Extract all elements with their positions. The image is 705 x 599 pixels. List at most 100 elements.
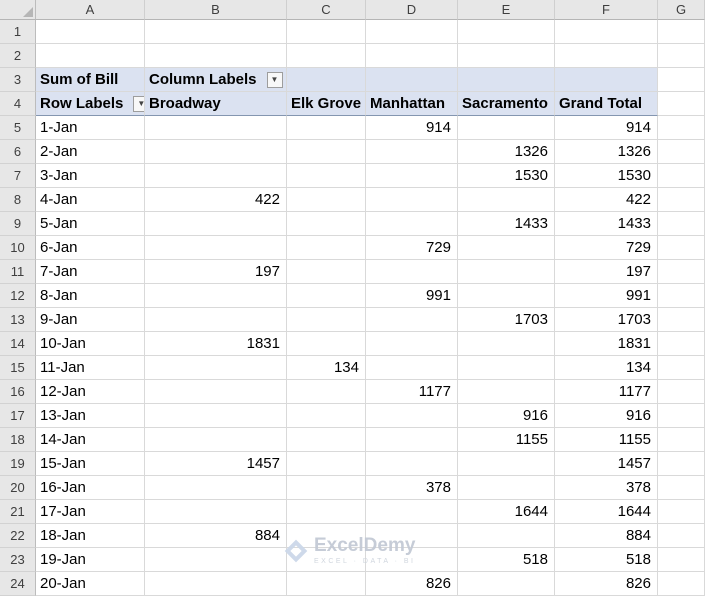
cell-E18[interactable]: 1155	[458, 428, 555, 452]
cell-F4[interactable]: Grand Total	[555, 92, 658, 116]
cell-C13[interactable]	[287, 308, 366, 332]
cell-G7[interactable]	[658, 164, 705, 188]
row-header-7[interactable]: 7	[0, 164, 36, 188]
cell-D5[interactable]: 914	[366, 116, 458, 140]
cell-E8[interactable]	[458, 188, 555, 212]
cell-C9[interactable]	[287, 212, 366, 236]
cell-C11[interactable]	[287, 260, 366, 284]
cell-D18[interactable]	[366, 428, 458, 452]
column-header-B[interactable]: B	[145, 0, 287, 20]
cell-G23[interactable]	[658, 548, 705, 572]
cell-D21[interactable]	[366, 500, 458, 524]
cell-G16[interactable]	[658, 380, 705, 404]
select-all-button[interactable]	[0, 0, 36, 20]
cell-E11[interactable]	[458, 260, 555, 284]
cell-A17[interactable]: 13-Jan	[36, 404, 145, 428]
cell-D7[interactable]	[366, 164, 458, 188]
cell-F13[interactable]: 1703	[555, 308, 658, 332]
row-header-16[interactable]: 16	[0, 380, 36, 404]
cell-E17[interactable]: 916	[458, 404, 555, 428]
cell-F1[interactable]	[555, 20, 658, 44]
column-header-G[interactable]: G	[658, 0, 705, 20]
cell-G18[interactable]	[658, 428, 705, 452]
cell-A16[interactable]: 12-Jan	[36, 380, 145, 404]
row-header-20[interactable]: 20	[0, 476, 36, 500]
cell-C17[interactable]	[287, 404, 366, 428]
cell-C3[interactable]	[287, 68, 366, 92]
cell-C21[interactable]	[287, 500, 366, 524]
cell-D19[interactable]	[366, 452, 458, 476]
cell-G13[interactable]	[658, 308, 705, 332]
cell-B24[interactable]	[145, 572, 287, 596]
cell-F17[interactable]: 916	[555, 404, 658, 428]
row-header-6[interactable]: 6	[0, 140, 36, 164]
cell-F12[interactable]: 991	[555, 284, 658, 308]
cell-B17[interactable]	[145, 404, 287, 428]
cell-B19[interactable]: 1457	[145, 452, 287, 476]
cell-B16[interactable]	[145, 380, 287, 404]
cell-E9[interactable]: 1433	[458, 212, 555, 236]
cell-E15[interactable]	[458, 356, 555, 380]
cell-F11[interactable]: 197	[555, 260, 658, 284]
cell-D13[interactable]	[366, 308, 458, 332]
row-header-10[interactable]: 10	[0, 236, 36, 260]
cell-C23[interactable]	[287, 548, 366, 572]
cell-A21[interactable]: 17-Jan	[36, 500, 145, 524]
cell-E1[interactable]	[458, 20, 555, 44]
cell-B14[interactable]: 1831	[145, 332, 287, 356]
column-header-C[interactable]: C	[287, 0, 366, 20]
cell-G24[interactable]	[658, 572, 705, 596]
cell-F6[interactable]: 1326	[555, 140, 658, 164]
cell-G17[interactable]	[658, 404, 705, 428]
cell-B23[interactable]	[145, 548, 287, 572]
cell-C12[interactable]	[287, 284, 366, 308]
row-header-24[interactable]: 24	[0, 572, 36, 596]
cell-A15[interactable]: 11-Jan	[36, 356, 145, 380]
cell-B10[interactable]	[145, 236, 287, 260]
cell-E12[interactable]	[458, 284, 555, 308]
cell-E22[interactable]	[458, 524, 555, 548]
cell-D11[interactable]	[366, 260, 458, 284]
cell-C7[interactable]	[287, 164, 366, 188]
cell-F23[interactable]: 518	[555, 548, 658, 572]
cell-E19[interactable]	[458, 452, 555, 476]
cell-G9[interactable]	[658, 212, 705, 236]
cell-E24[interactable]	[458, 572, 555, 596]
column-header-A[interactable]: A	[36, 0, 145, 20]
row-header-22[interactable]: 22	[0, 524, 36, 548]
row-header-4[interactable]: 4	[0, 92, 36, 116]
cell-B15[interactable]	[145, 356, 287, 380]
cell-E20[interactable]	[458, 476, 555, 500]
row-header-21[interactable]: 21	[0, 500, 36, 524]
column-header-E[interactable]: E	[458, 0, 555, 20]
cell-D23[interactable]	[366, 548, 458, 572]
cell-G8[interactable]	[658, 188, 705, 212]
cell-B8[interactable]: 422	[145, 188, 287, 212]
cell-G11[interactable]	[658, 260, 705, 284]
cell-F20[interactable]: 378	[555, 476, 658, 500]
cell-D14[interactable]	[366, 332, 458, 356]
cell-B4[interactable]: Broadway	[145, 92, 287, 116]
row-header-5[interactable]: 5	[0, 116, 36, 140]
cell-G10[interactable]	[658, 236, 705, 260]
cell-C2[interactable]	[287, 44, 366, 68]
cell-B3[interactable]: Column Labels ▼	[145, 68, 287, 92]
cell-A6[interactable]: 2-Jan	[36, 140, 145, 164]
cell-G14[interactable]	[658, 332, 705, 356]
cell-A10[interactable]: 6-Jan	[36, 236, 145, 260]
cell-G21[interactable]	[658, 500, 705, 524]
cell-F14[interactable]: 1831	[555, 332, 658, 356]
cell-G4[interactable]	[658, 92, 705, 116]
cell-F19[interactable]: 1457	[555, 452, 658, 476]
cell-D4[interactable]: Manhattan	[366, 92, 458, 116]
cell-E2[interactable]	[458, 44, 555, 68]
cell-F5[interactable]: 914	[555, 116, 658, 140]
cell-D12[interactable]: 991	[366, 284, 458, 308]
cell-B9[interactable]	[145, 212, 287, 236]
cell-G12[interactable]	[658, 284, 705, 308]
cell-D3[interactable]	[366, 68, 458, 92]
row-header-19[interactable]: 19	[0, 452, 36, 476]
row-header-2[interactable]: 2	[0, 44, 36, 68]
cell-A2[interactable]	[36, 44, 145, 68]
cell-F7[interactable]: 1530	[555, 164, 658, 188]
